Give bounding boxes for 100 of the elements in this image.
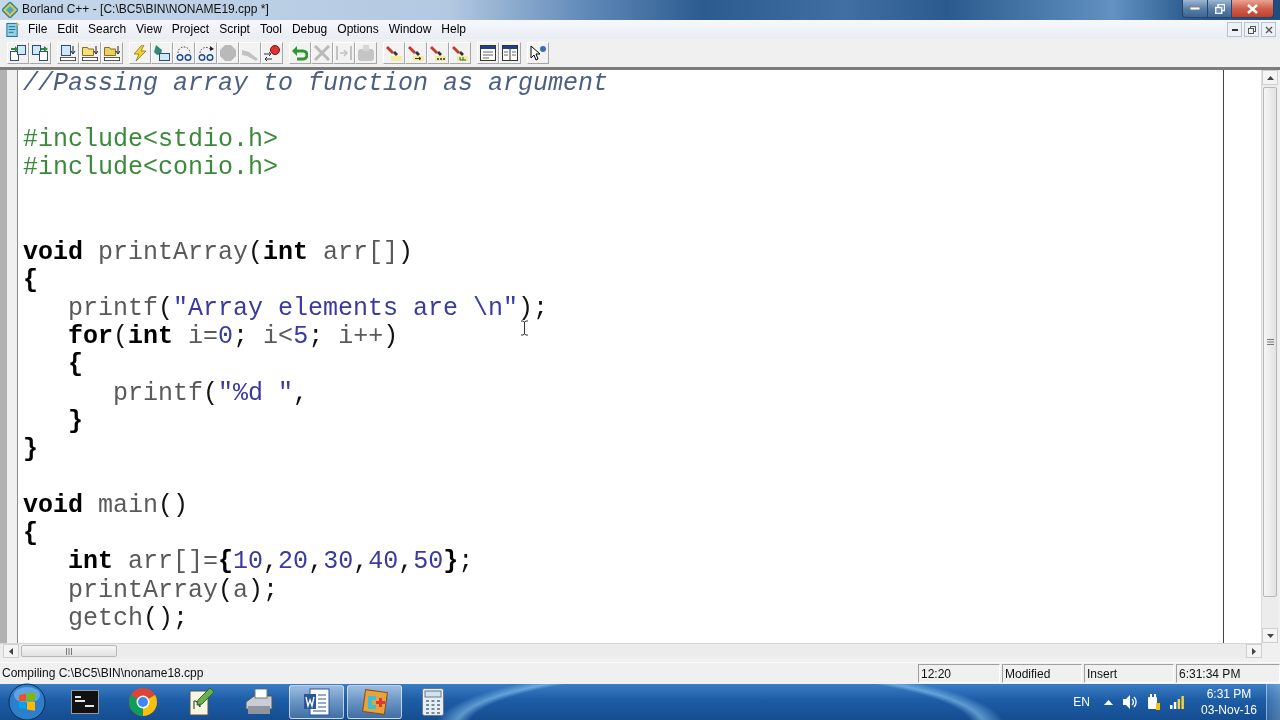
- restore-button[interactable]: [1244, 22, 1259, 37]
- restore-icon: [1214, 3, 1225, 14]
- menu-item[interactable]: Tool: [254, 21, 287, 38]
- menu-item[interactable]: Options: [332, 21, 384, 38]
- down-arrow-icon: [1266, 633, 1274, 638]
- folder-download-icon: [82, 45, 98, 61]
- menu-item[interactable]: Script: [214, 21, 255, 38]
- code-line: void printArray(int arr[]): [23, 238, 414, 267]
- menu-item[interactable]: Debug: [286, 21, 333, 38]
- toolbar-button[interactable]: [405, 42, 427, 64]
- chevron-up-icon[interactable]: [1104, 699, 1113, 705]
- minimize-icon: [1231, 28, 1238, 31]
- window-icon: [480, 45, 496, 61]
- restore-button[interactable]: [1208, 0, 1232, 18]
- close-button[interactable]: [1261, 22, 1276, 37]
- toolbar-button[interactable]: [7, 42, 29, 64]
- power-plug-icon[interactable]: [1147, 694, 1160, 710]
- grip-icon: [66, 647, 72, 655]
- toolbar-button[interactable]: [173, 42, 195, 64]
- dotted-arc-icon: [198, 45, 214, 61]
- menu-item[interactable]: Search: [83, 21, 132, 38]
- flashlight-arrow-icon: [408, 45, 424, 61]
- code-line: void main(): [23, 492, 189, 521]
- menu-item[interactable]: Project: [166, 21, 215, 38]
- code-line: {: [23, 520, 38, 549]
- status-panel: 6:31:34 PM: [1176, 664, 1280, 683]
- code-line: }: [23, 435, 38, 464]
- toolbar-button[interactable]: [499, 42, 521, 64]
- signal-bars-icon[interactable]: [1170, 695, 1184, 709]
- lightning-icon: [132, 45, 148, 61]
- document-icon: [5, 22, 20, 37]
- toolbar-button[interactable]: [57, 42, 79, 64]
- speaker-icon[interactable]: [1123, 695, 1137, 709]
- clock-date: 03-Nov-16: [1201, 702, 1257, 718]
- scrollbar-thumb[interactable]: [1263, 87, 1277, 597]
- minimize-button[interactable]: [1227, 22, 1242, 37]
- right-arrow-icon: [1252, 647, 1256, 655]
- close-icon: [1247, 3, 1258, 14]
- printer-icon: [244, 689, 273, 715]
- split-window-icon: [502, 45, 518, 61]
- language-indicator[interactable]: EN: [1073, 695, 1090, 709]
- grip-icon: [1266, 339, 1274, 345]
- code-line: printf("Array elements are \n");: [68, 295, 549, 324]
- restore-icon: [1247, 25, 1256, 34]
- toolbar-button[interactable]: [79, 42, 101, 64]
- octagon-icon: [220, 45, 236, 61]
- toolbar-button[interactable]: [427, 42, 449, 64]
- scroll-left-button[interactable]: [3, 644, 19, 658]
- toolbar-button[interactable]: [101, 42, 123, 64]
- close-icon: [1264, 25, 1273, 34]
- pages-arrow-icon: [10, 45, 26, 61]
- scroll-down-button[interactable]: [1262, 628, 1278, 643]
- cross-icon: [314, 45, 330, 61]
- menu-item[interactable]: Window: [383, 21, 437, 38]
- status-message: Compiling C:\BC5\BIN\noname18.cpp: [1, 665, 205, 682]
- terminal-icon: [70, 690, 99, 714]
- window-title: Borland C++ - [C:\BC5\BIN\NONAME19.cpp *]: [22, 1, 269, 18]
- code-line: int arr[]={10,20,30,40,50};: [68, 548, 474, 577]
- code-line: }: [68, 407, 84, 436]
- page-download-icon: [60, 45, 76, 61]
- status-panel: 12:20: [918, 664, 1000, 683]
- clock-time: 6:31 PM: [1206, 686, 1252, 702]
- bracket-arrow-icon: [336, 45, 352, 61]
- up-arrow-icon: [1266, 75, 1274, 80]
- flashlight-icon: [386, 45, 402, 61]
- scroll-up-button[interactable]: [1262, 70, 1278, 85]
- page-pencil-icon: [186, 688, 215, 716]
- code-line: printArray(a);: [68, 576, 279, 605]
- code-line: {: [23, 267, 38, 296]
- code-line: printf("%d ",: [113, 379, 309, 408]
- start-button[interactable]: [8, 683, 46, 720]
- taskbar-button[interactable]: [289, 685, 344, 719]
- show-desktop-button[interactable]: [1266, 684, 1280, 720]
- round-logo-icon: [128, 688, 157, 716]
- flashlight-dots-icon: [430, 45, 446, 61]
- toolbar-button[interactable]: [527, 42, 549, 64]
- stamp-icon: [358, 45, 374, 61]
- dotted-arc-icon: [176, 45, 192, 61]
- code-line: {: [68, 351, 84, 380]
- scrollbar-thumb[interactable]: [21, 645, 117, 657]
- minimize-button[interactable]: [1182, 0, 1208, 18]
- page-pen-icon: [154, 45, 170, 61]
- menu-item[interactable]: Edit: [52, 21, 84, 38]
- toolbar-button[interactable]: [151, 42, 173, 64]
- menu-item[interactable]: Help: [436, 21, 472, 38]
- toolbar-button[interactable]: [195, 42, 217, 64]
- document-icon: [302, 688, 331, 716]
- left-arrow-icon: [9, 647, 13, 655]
- scroll-right-button[interactable]: [1246, 644, 1262, 658]
- code-line: #include<stdio.h>: [23, 126, 279, 155]
- calculator-icon: [421, 688, 444, 716]
- menu-item[interactable]: View: [131, 21, 167, 38]
- toolbar-button[interactable]: [29, 42, 51, 64]
- close-button[interactable]: [1232, 0, 1274, 18]
- toolbar-button[interactable]: [477, 42, 499, 64]
- toolbar-button[interactable]: [261, 42, 283, 64]
- code-line: //Passing array to function as argument: [23, 70, 609, 99]
- undo-arrow-icon: [292, 45, 308, 61]
- menu-item[interactable]: File: [23, 21, 53, 38]
- minimize-icon: [1190, 7, 1200, 10]
